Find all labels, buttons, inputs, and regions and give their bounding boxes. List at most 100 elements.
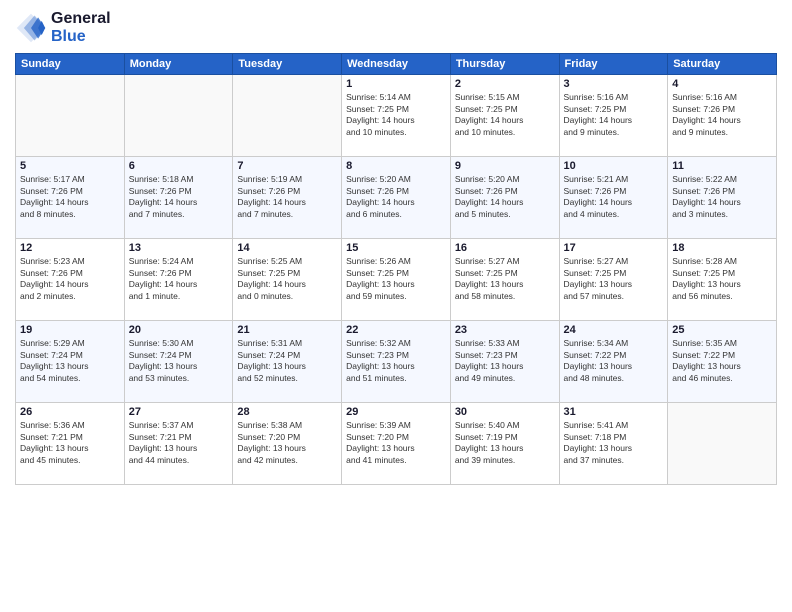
calendar-cell: 30 Sunrise: 5:40 AM Sunset: 7:19 PM Dayli… (450, 403, 559, 485)
calendar-cell: 6 Sunrise: 5:18 AM Sunset: 7:26 PM Daylig… (124, 157, 233, 239)
calendar-cell (16, 75, 125, 157)
calendar-cell: 24 Sunrise: 5:34 AM Sunset: 7:22 PM Dayli… (559, 321, 668, 403)
day-number: 7 (237, 160, 337, 172)
day-detail: Sunrise: 5:27 AM Sunset: 7:25 PM Dayligh… (564, 256, 664, 302)
calendar-week-3: 12 Sunrise: 5:23 AM Sunset: 7:26 PM Dayli… (16, 239, 777, 321)
calendar-cell: 4 Sunrise: 5:16 AM Sunset: 7:26 PM Daylig… (668, 75, 777, 157)
day-number: 5 (20, 160, 120, 172)
day-detail: Sunrise: 5:23 AM Sunset: 7:26 PM Dayligh… (20, 256, 120, 302)
day-detail: Sunrise: 5:39 AM Sunset: 7:20 PM Dayligh… (346, 420, 446, 466)
day-detail: Sunrise: 5:40 AM Sunset: 7:19 PM Dayligh… (455, 420, 555, 466)
day-number: 22 (346, 324, 446, 336)
calendar-cell: 19Sunrise: 5:29 AM Sunset: 7:24 PM Dayli… (16, 321, 125, 403)
calendar-cell: 31 Sunrise: 5:41 AM Sunset: 7:18 PM Dayli… (559, 403, 668, 485)
day-detail: Sunrise: 5:14 AM Sunset: 7:25 PM Dayligh… (346, 92, 446, 138)
calendar-cell: 7 Sunrise: 5:19 AM Sunset: 7:26 PM Daylig… (233, 157, 342, 239)
calendar-cell: 16Sunrise: 5:27 AM Sunset: 7:25 PM Dayli… (450, 239, 559, 321)
calendar-cell (668, 403, 777, 485)
day-number: 10 (564, 160, 664, 172)
logo: GeneralBlue (15, 10, 111, 45)
day-detail: Sunrise: 5:16 AM Sunset: 7:26 PM Dayligh… (672, 92, 772, 138)
day-detail: Sunrise: 5:20 AM Sunset: 7:26 PM Dayligh… (455, 174, 555, 220)
logo-icon (15, 12, 47, 44)
day-detail: Sunrise: 5:17 AM Sunset: 7:26 PM Dayligh… (20, 174, 120, 220)
day-number: 20 (129, 324, 229, 336)
day-number: 6 (129, 160, 229, 172)
day-number: 31 (564, 406, 664, 418)
calendar-cell: 20Sunrise: 5:30 AM Sunset: 7:24 PM Dayli… (124, 321, 233, 403)
page-header: GeneralBlue (15, 10, 777, 45)
calendar-cell: 2Sunrise: 5:15 AM Sunset: 7:25 PM Daylig… (450, 75, 559, 157)
weekday-header-wednesday: Wednesday (342, 54, 451, 75)
calendar-week-4: 19Sunrise: 5:29 AM Sunset: 7:24 PM Dayli… (16, 321, 777, 403)
calendar-cell: 29Sunrise: 5:39 AM Sunset: 7:20 PM Dayli… (342, 403, 451, 485)
calendar-cell: 13 Sunrise: 5:24 AM Sunset: 7:26 PM Dayli… (124, 239, 233, 321)
day-number: 12 (20, 242, 120, 254)
calendar-cell: 28Sunrise: 5:38 AM Sunset: 7:20 PM Dayli… (233, 403, 342, 485)
calendar-cell: 1Sunrise: 5:14 AM Sunset: 7:25 PM Daylig… (342, 75, 451, 157)
weekday-header-row: SundayMondayTuesdayWednesdayThursdayFrid… (16, 54, 777, 75)
day-detail: Sunrise: 5:41 AM Sunset: 7:18 PM Dayligh… (564, 420, 664, 466)
calendar-cell (233, 75, 342, 157)
day-number: 30 (455, 406, 555, 418)
weekday-header-monday: Monday (124, 54, 233, 75)
weekday-header-thursday: Thursday (450, 54, 559, 75)
calendar-cell: 15 Sunrise: 5:26 AM Sunset: 7:25 PM Dayli… (342, 239, 451, 321)
day-number: 9 (455, 160, 555, 172)
day-detail: Sunrise: 5:35 AM Sunset: 7:22 PM Dayligh… (672, 338, 772, 384)
day-detail: Sunrise: 5:22 AM Sunset: 7:26 PM Dayligh… (672, 174, 772, 220)
calendar-cell: 23Sunrise: 5:33 AM Sunset: 7:23 PM Dayli… (450, 321, 559, 403)
day-number: 15 (346, 242, 446, 254)
calendar-cell: 12 Sunrise: 5:23 AM Sunset: 7:26 PM Dayli… (16, 239, 125, 321)
calendar-cell: 3 Sunrise: 5:16 AM Sunset: 7:25 PM Daylig… (559, 75, 668, 157)
day-detail: Sunrise: 5:29 AM Sunset: 7:24 PM Dayligh… (20, 338, 120, 384)
calendar-cell: 21 Sunrise: 5:31 AM Sunset: 7:24 PM Dayli… (233, 321, 342, 403)
day-number: 3 (564, 78, 664, 90)
calendar-cell: 22 Sunrise: 5:32 AM Sunset: 7:23 PM Dayli… (342, 321, 451, 403)
day-number: 13 (129, 242, 229, 254)
calendar-cell: 10 Sunrise: 5:21 AM Sunset: 7:26 PM Dayli… (559, 157, 668, 239)
day-number: 14 (237, 242, 337, 254)
day-detail: Sunrise: 5:32 AM Sunset: 7:23 PM Dayligh… (346, 338, 446, 384)
calendar-cell (124, 75, 233, 157)
day-detail: Sunrise: 5:18 AM Sunset: 7:26 PM Dayligh… (129, 174, 229, 220)
calendar-cell: 25Sunrise: 5:35 AM Sunset: 7:22 PM Dayli… (668, 321, 777, 403)
calendar-cell: 14 Sunrise: 5:25 AM Sunset: 7:25 PM Dayli… (233, 239, 342, 321)
calendar-cell: 5 Sunrise: 5:17 AM Sunset: 7:26 PM Daylig… (16, 157, 125, 239)
calendar-table: SundayMondayTuesdayWednesdayThursdayFrid… (15, 53, 777, 485)
weekday-header-tuesday: Tuesday (233, 54, 342, 75)
day-number: 23 (455, 324, 555, 336)
day-number: 16 (455, 242, 555, 254)
calendar-week-5: 26Sunrise: 5:36 AM Sunset: 7:21 PM Dayli… (16, 403, 777, 485)
day-number: 21 (237, 324, 337, 336)
day-number: 26 (20, 406, 120, 418)
calendar-week-2: 5 Sunrise: 5:17 AM Sunset: 7:26 PM Daylig… (16, 157, 777, 239)
day-detail: Sunrise: 5:31 AM Sunset: 7:24 PM Dayligh… (237, 338, 337, 384)
calendar-cell: 8Sunrise: 5:20 AM Sunset: 7:26 PM Daylig… (342, 157, 451, 239)
day-detail: Sunrise: 5:37 AM Sunset: 7:21 PM Dayligh… (129, 420, 229, 466)
day-detail: Sunrise: 5:15 AM Sunset: 7:25 PM Dayligh… (455, 92, 555, 138)
day-number: 4 (672, 78, 772, 90)
calendar-cell: 11 Sunrise: 5:22 AM Sunset: 7:26 PM Dayli… (668, 157, 777, 239)
day-detail: Sunrise: 5:20 AM Sunset: 7:26 PM Dayligh… (346, 174, 446, 220)
day-detail: Sunrise: 5:25 AM Sunset: 7:25 PM Dayligh… (237, 256, 337, 302)
day-detail: Sunrise: 5:28 AM Sunset: 7:25 PM Dayligh… (672, 256, 772, 302)
day-detail: Sunrise: 5:19 AM Sunset: 7:26 PM Dayligh… (237, 174, 337, 220)
weekday-header-sunday: Sunday (16, 54, 125, 75)
weekday-header-saturday: Saturday (668, 54, 777, 75)
day-detail: Sunrise: 5:21 AM Sunset: 7:26 PM Dayligh… (564, 174, 664, 220)
day-detail: Sunrise: 5:24 AM Sunset: 7:26 PM Dayligh… (129, 256, 229, 302)
day-number: 17 (564, 242, 664, 254)
calendar-week-1: 1Sunrise: 5:14 AM Sunset: 7:25 PM Daylig… (16, 75, 777, 157)
day-detail: Sunrise: 5:26 AM Sunset: 7:25 PM Dayligh… (346, 256, 446, 302)
day-number: 27 (129, 406, 229, 418)
calendar-cell: 9 Sunrise: 5:20 AM Sunset: 7:26 PM Daylig… (450, 157, 559, 239)
calendar-cell: 18Sunrise: 5:28 AM Sunset: 7:25 PM Dayli… (668, 239, 777, 321)
day-number: 24 (564, 324, 664, 336)
day-number: 11 (672, 160, 772, 172)
day-detail: Sunrise: 5:16 AM Sunset: 7:25 PM Dayligh… (564, 92, 664, 138)
logo-name: GeneralBlue (51, 10, 111, 45)
day-detail: Sunrise: 5:34 AM Sunset: 7:22 PM Dayligh… (564, 338, 664, 384)
day-detail: Sunrise: 5:38 AM Sunset: 7:20 PM Dayligh… (237, 420, 337, 466)
calendar-cell: 26Sunrise: 5:36 AM Sunset: 7:21 PM Dayli… (16, 403, 125, 485)
